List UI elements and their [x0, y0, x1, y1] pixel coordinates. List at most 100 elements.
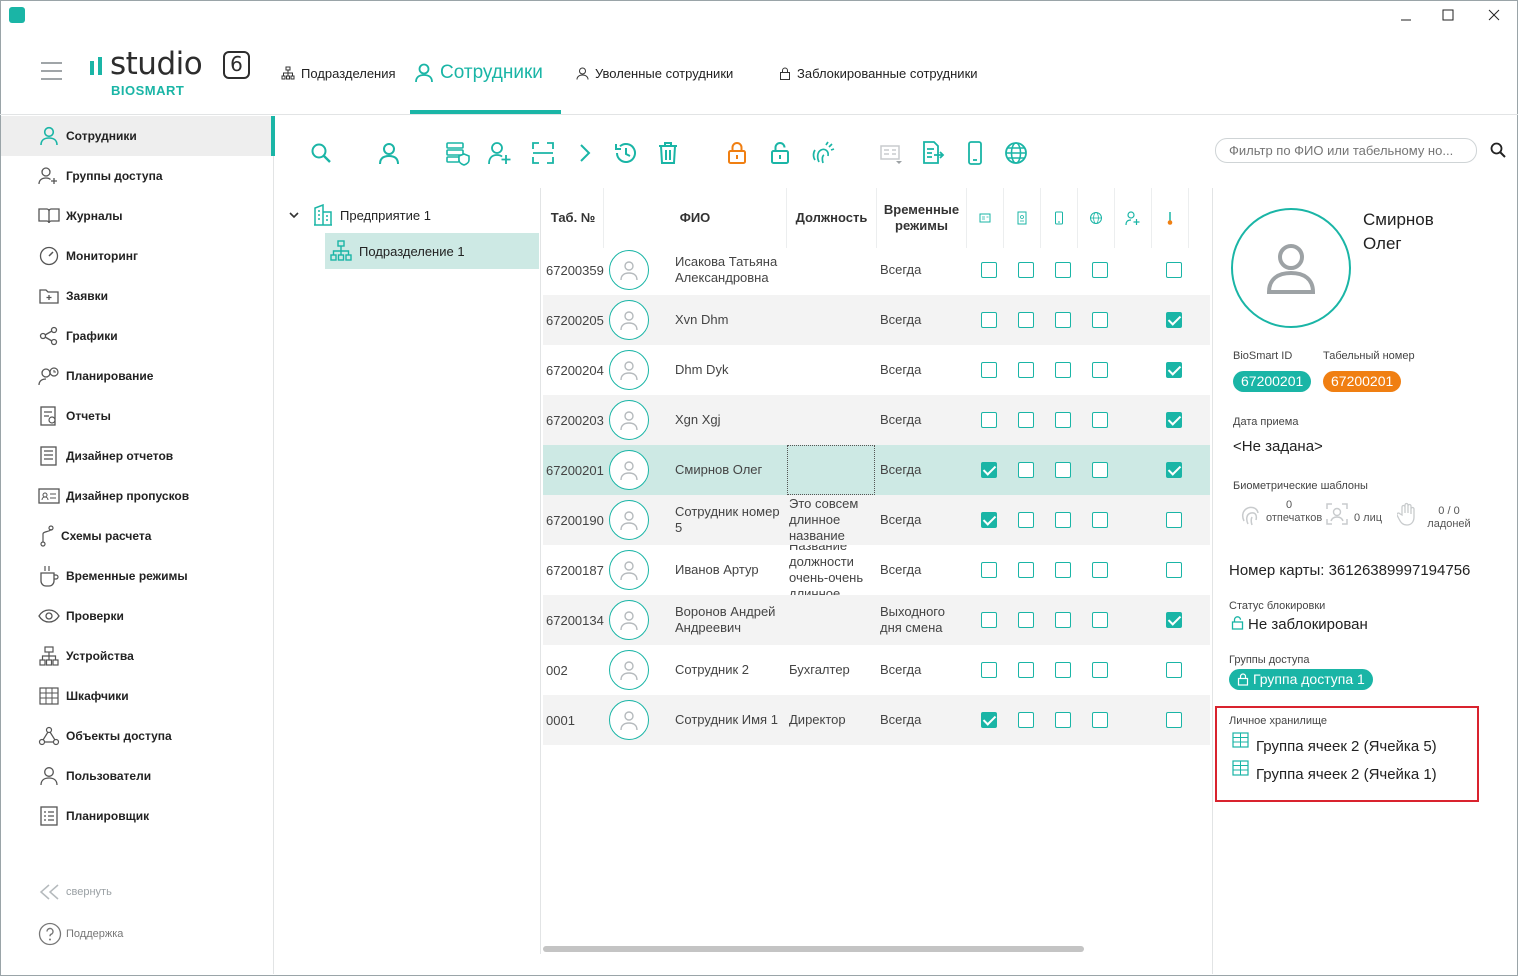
- sidebar-item-time-modes[interactable]: Временные режимы: [1, 556, 274, 596]
- employee-avatar[interactable]: [1231, 208, 1351, 328]
- row-checkbox[interactable]: [1166, 412, 1182, 428]
- table-row[interactable]: 67200187 Иванов Артур Название должности о…: [543, 545, 1210, 595]
- row-checkbox[interactable]: [1092, 262, 1108, 278]
- row-checkbox[interactable]: [1055, 462, 1071, 478]
- row-checkbox[interactable]: [1055, 662, 1071, 678]
- row-checkbox[interactable]: [1055, 362, 1071, 378]
- row-checkbox[interactable]: [1055, 562, 1071, 578]
- row-checkbox[interactable]: [1018, 412, 1034, 428]
- sidebar-item-lockers[interactable]: Шкафчики: [1, 676, 274, 716]
- row-checkbox[interactable]: [1092, 312, 1108, 328]
- tree-node-department[interactable]: Подразделение 1: [325, 233, 539, 269]
- row-checkbox[interactable]: [1092, 412, 1108, 428]
- table-row[interactable]: 67200134 Воронов Андрей Андреевич Выходног…: [543, 595, 1210, 645]
- globe-icon[interactable]: [1003, 140, 1029, 166]
- table-row[interactable]: 67200359 Исакова Татьяна Александровна Все…: [543, 245, 1210, 295]
- row-checkbox[interactable]: [1166, 712, 1182, 728]
- row-checkbox[interactable]: [981, 562, 997, 578]
- row-checkbox[interactable]: [981, 362, 997, 378]
- table-row[interactable]: 67200204 Dhm Dyk Всегда: [543, 345, 1210, 395]
- search-icon[interactable]: [308, 140, 334, 166]
- add-employee-icon[interactable]: [376, 140, 402, 166]
- row-checkbox[interactable]: [1018, 662, 1034, 678]
- row-checkbox[interactable]: [1055, 262, 1071, 278]
- filter-input[interactable]: [1215, 138, 1477, 163]
- row-checkbox[interactable]: [1055, 612, 1071, 628]
- storage-item[interactable]: Группа ячеек 2 (Ячейка 1): [1256, 766, 1437, 783]
- table-row[interactable]: 67200201 Смирнов Олег Всегда: [543, 445, 1210, 495]
- sidebar-item-users[interactable]: Пользователи: [1, 756, 274, 796]
- row-checkbox[interactable]: [1055, 712, 1071, 728]
- tab-employees[interactable]: Сотрудники: [414, 60, 543, 86]
- mobile-icon[interactable]: [962, 140, 988, 166]
- server-shield-icon[interactable]: [445, 140, 471, 166]
- unlock-icon[interactable]: [767, 140, 793, 166]
- expand-icon[interactable]: [530, 140, 556, 166]
- row-checkbox[interactable]: [1055, 512, 1071, 528]
- export-document-icon[interactable]: [920, 140, 946, 166]
- storage-item[interactable]: Группа ячеек 2 (Ячейка 5): [1256, 738, 1437, 755]
- column-header-badge-icon[interactable]: [1004, 188, 1041, 248]
- history-icon[interactable]: [613, 140, 639, 166]
- row-checkbox[interactable]: [1166, 462, 1182, 478]
- row-checkbox[interactable]: [1166, 562, 1182, 578]
- row-checkbox[interactable]: [1092, 462, 1108, 478]
- collapse-button[interactable]: свернуть: [38, 883, 112, 901]
- sidebar-item-charts[interactable]: Графики: [1, 316, 274, 356]
- row-checkbox[interactable]: [1018, 512, 1034, 528]
- sidebar-item-access-groups[interactable]: Группы доступа: [1, 156, 274, 196]
- sidebar-item-devices[interactable]: Устройства: [1, 636, 274, 676]
- column-header-tab[interactable]: Таб. №: [543, 188, 604, 248]
- row-checkbox[interactable]: [981, 412, 997, 428]
- row-checkbox[interactable]: [1018, 462, 1034, 478]
- sidebar-item-planning[interactable]: Планирование: [1, 356, 274, 396]
- row-checkbox[interactable]: [1092, 362, 1108, 378]
- sidebar-item-reports[interactable]: Отчеты: [1, 396, 274, 436]
- fingerprint-hand-icon[interactable]: [809, 140, 835, 166]
- row-checkbox[interactable]: [1092, 712, 1108, 728]
- column-header-add-user-icon[interactable]: [1115, 188, 1152, 248]
- trash-icon[interactable]: [655, 140, 681, 166]
- maximize-button[interactable]: [1438, 6, 1458, 26]
- filter-search-icon[interactable]: [1489, 141, 1507, 159]
- sidebar-item-checks[interactable]: Проверки: [1, 596, 274, 636]
- close-button[interactable]: [1484, 6, 1504, 26]
- tab-blocked-employees[interactable]: Заблокированные сотрудники: [779, 60, 978, 86]
- lock-icon[interactable]: [724, 140, 750, 166]
- sidebar-item-monitoring[interactable]: Мониторинг: [1, 236, 274, 276]
- minimize-button[interactable]: [1396, 6, 1416, 26]
- row-checkbox[interactable]: [1092, 562, 1108, 578]
- row-checkbox[interactable]: [1166, 362, 1182, 378]
- sidebar-item-calc-schemes[interactable]: Схемы расчета: [1, 516, 274, 556]
- row-checkbox[interactable]: [1166, 512, 1182, 528]
- table-row[interactable]: 0001 Сотрудник Имя 1 Директор Всегда: [543, 695, 1210, 745]
- sidebar-item-employees[interactable]: Сотрудники: [1, 116, 275, 156]
- column-header-card-icon[interactable]: [967, 188, 1004, 248]
- column-header-position[interactable]: Должность: [787, 188, 877, 248]
- table-row[interactable]: 002 Сотрудник 2 Бухгалтер Всегда: [543, 645, 1210, 695]
- add-user-icon[interactable]: [487, 140, 513, 166]
- row-checkbox[interactable]: [1092, 512, 1108, 528]
- table-row[interactable]: 67200205 Xvn Dhm Всегда: [543, 295, 1210, 345]
- row-checkbox[interactable]: [1166, 312, 1182, 328]
- chevron-right-icon[interactable]: [572, 140, 598, 166]
- row-checkbox[interactable]: [981, 712, 997, 728]
- row-checkbox[interactable]: [1166, 662, 1182, 678]
- menu-icon[interactable]: [41, 62, 62, 82]
- row-checkbox[interactable]: [1055, 412, 1071, 428]
- row-checkbox[interactable]: [981, 462, 997, 478]
- row-checkbox[interactable]: [1018, 562, 1034, 578]
- row-checkbox[interactable]: [1166, 262, 1182, 278]
- row-checkbox[interactable]: [981, 512, 997, 528]
- row-checkbox[interactable]: [981, 262, 997, 278]
- tab-fired-employees[interactable]: Уволенные сотрудники: [576, 60, 733, 86]
- row-checkbox[interactable]: [1092, 612, 1108, 628]
- column-header-mobile-icon[interactable]: [1041, 188, 1078, 248]
- row-checkbox[interactable]: [981, 662, 997, 678]
- sidebar-item-pass-designer[interactable]: Дизайнер пропусков: [1, 476, 274, 516]
- tab-departments[interactable]: Подразделения: [281, 60, 396, 86]
- sidebar-item-requests[interactable]: Заявки: [1, 276, 274, 316]
- sidebar-item-access-objects[interactable]: Объекты доступа: [1, 716, 274, 756]
- sidebar-item-scheduler[interactable]: Планировщик: [1, 796, 274, 836]
- sidebar-item-report-designer[interactable]: Дизайнер отчетов: [1, 436, 274, 476]
